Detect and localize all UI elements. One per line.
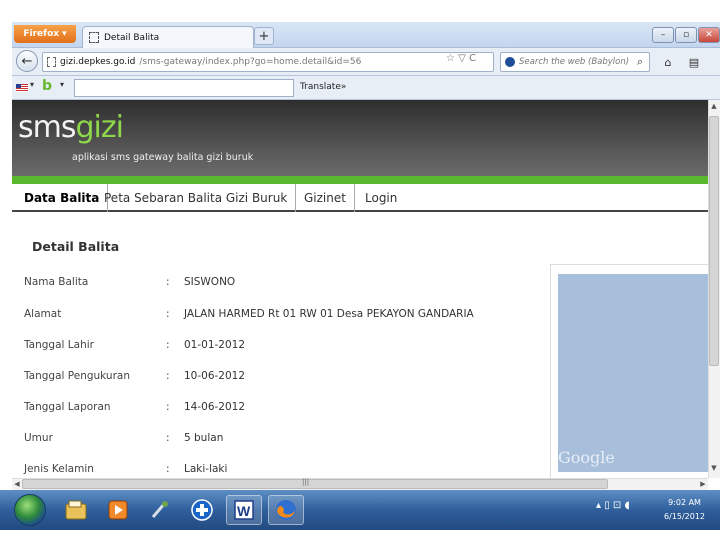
windows-explorer-icon[interactable] xyxy=(58,495,94,525)
detail-label: Umur xyxy=(24,432,53,444)
scroll-left-icon[interactable]: ◀ xyxy=(12,478,22,490)
svg-text:W: W xyxy=(237,503,251,519)
clock-time: 9:02 AM xyxy=(668,498,701,507)
detail-label: Tanggal Pengukuran xyxy=(24,370,130,382)
site-tagline: aplikasi sms gateway balita gizi buruk xyxy=(72,152,254,163)
search-go-button[interactable]: ⌕ xyxy=(630,53,650,71)
flag-icon[interactable] xyxy=(16,84,28,92)
slide-margin-bottom xyxy=(0,530,720,540)
detail-label: Tanggal Laporan xyxy=(24,401,111,413)
detail-value: SISWONO xyxy=(184,276,236,288)
site-logo[interactable]: smsgizi xyxy=(18,110,124,145)
detail-label: Alamat xyxy=(24,308,62,320)
header-green-band xyxy=(12,176,708,184)
detail-value: JALAN HARMED Rt 01 RW 01 Desa PEKAYON GA… xyxy=(184,308,474,320)
system-tray-icons[interactable]: ▴ ▯ ⊡ ◖ xyxy=(596,500,630,511)
google-map-logo: Google xyxy=(558,448,615,467)
browser-tab-detail-balita[interactable]: Detail Balita xyxy=(82,26,254,48)
search-input[interactable]: Search the web (Babylon) xyxy=(500,52,650,72)
url-host: gizi.depkes.go.id xyxy=(60,57,136,67)
detail-value: 10-06-2012 xyxy=(184,370,246,382)
detail-label: Nama Balita xyxy=(24,276,89,288)
tab-title: Detail Balita xyxy=(104,32,160,43)
detail-label: Jenis Kelamin xyxy=(24,463,94,475)
menu-item-data-balita[interactable]: Data Balita xyxy=(16,184,109,212)
detail-value: 01-01-2012 xyxy=(184,339,246,351)
detail-separator: : xyxy=(166,401,170,413)
menu-item-login[interactable]: Login xyxy=(357,184,405,212)
vertical-scroll-thumb[interactable] xyxy=(709,116,719,366)
translate-input[interactable] xyxy=(74,79,294,97)
address-bar[interactable]: gizi.depkes.go.id/sms-gateway/index.php?… xyxy=(42,52,494,72)
detail-value: 5 bulan xyxy=(184,432,224,444)
babylon-logo-icon[interactable]: b xyxy=(42,78,52,94)
translate-button[interactable]: Translate» xyxy=(300,82,346,92)
media-player-icon[interactable] xyxy=(100,495,136,525)
new-tab-button[interactable]: + xyxy=(254,27,274,45)
dropdown-arrow-icon[interactable]: ▾ xyxy=(60,80,64,89)
minimize-button[interactable]: – xyxy=(652,27,674,43)
slide-margin-top xyxy=(0,0,720,22)
menu-item-peta-sebaran[interactable]: Peta Sebaran Balita Gizi Buruk xyxy=(96,184,297,212)
horizontal-scroll-thumb[interactable] xyxy=(22,479,608,489)
logo-gizi-text: gizi xyxy=(75,110,123,145)
home-icon[interactable]: ⌂ xyxy=(658,53,678,71)
page-icon xyxy=(89,32,99,43)
start-button[interactable] xyxy=(14,494,46,526)
dropdown-arrow-icon[interactable]: ▾ xyxy=(30,80,34,89)
detail-separator: : xyxy=(166,463,170,475)
scroll-grip-icon: ||| xyxy=(302,478,310,486)
url-path: /sms-gateway/index.php?go=home.detail&id… xyxy=(139,57,362,67)
babylon-icon xyxy=(505,57,515,67)
detail-value: 14-06-2012 xyxy=(184,401,246,413)
menu-item-gizinet[interactable]: Gizinet xyxy=(296,184,355,212)
firefox-menu-button[interactable]: Firefox ▾ xyxy=(14,25,76,43)
firefox-icon[interactable] xyxy=(268,495,304,525)
detail-separator: : xyxy=(166,308,170,320)
firefox-menu-label: Firefox xyxy=(23,29,60,39)
clock-date: 6/15/2012 xyxy=(664,512,706,521)
page-title: Detail Balita xyxy=(32,239,120,254)
dropdown-arrow-icon: ▾ xyxy=(62,29,67,39)
scroll-down-icon[interactable]: ▼ xyxy=(708,462,720,474)
word-icon[interactable]: W xyxy=(226,495,262,525)
back-button[interactable]: ← xyxy=(16,50,38,72)
detail-separator: : xyxy=(166,339,170,351)
logo-sms-text: sms xyxy=(18,110,76,145)
detail-value: Laki-laki xyxy=(184,463,228,475)
plus-app-icon[interactable] xyxy=(184,495,220,525)
google-map[interactable] xyxy=(558,274,708,472)
scroll-right-icon[interactable]: ▶ xyxy=(698,478,708,490)
search-placeholder: Search the web (Babylon) xyxy=(519,57,630,67)
detail-separator: : xyxy=(166,432,170,444)
detail-separator: : xyxy=(166,276,170,288)
detail-separator: : xyxy=(166,370,170,382)
close-button[interactable]: ✕ xyxy=(698,27,720,43)
maximize-button[interactable]: ▫ xyxy=(675,27,697,43)
tools-icon[interactable] xyxy=(142,495,178,525)
menu-icon[interactable]: ▤ xyxy=(684,53,704,71)
scroll-up-icon[interactable]: ▲ xyxy=(708,100,720,112)
detail-label: Tanggal Lahir xyxy=(24,339,94,351)
bookmark-star-icon[interactable]: ☆ ▽ C xyxy=(446,53,476,64)
taskbar-clock[interactable]: 9:02 AM 6/15/2012 xyxy=(664,496,705,524)
page-icon xyxy=(47,57,56,67)
